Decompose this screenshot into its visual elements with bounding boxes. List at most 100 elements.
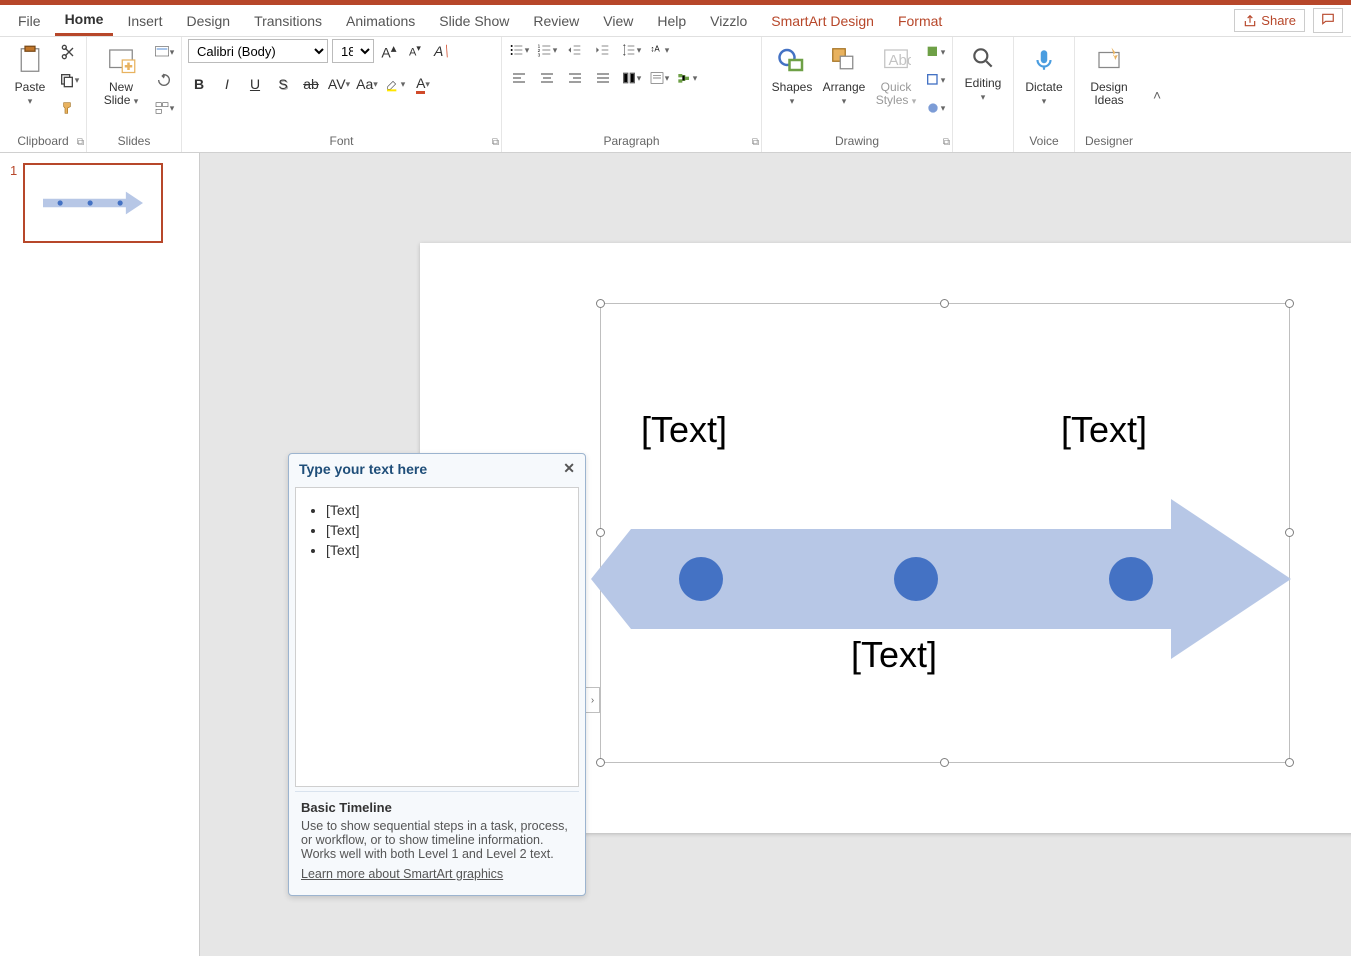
highlight-icon <box>385 76 401 92</box>
learn-more-link[interactable]: Learn more about SmartArt graphics <box>301 867 503 881</box>
comments-button[interactable] <box>1313 8 1343 33</box>
copy-button[interactable]: ▾ <box>58 69 80 91</box>
underline-button[interactable]: U <box>244 73 266 95</box>
align-right-button[interactable] <box>564 67 586 89</box>
section-button[interactable]: ▾ <box>153 97 175 119</box>
font-size-select[interactable]: 18+ <box>332 39 374 63</box>
smartart-text-pane[interactable]: Type your text here ✕ [Text] [Text] [Tex… <box>288 453 586 896</box>
smartart-convert-button[interactable]: ▾ <box>676 67 698 89</box>
font-name-select[interactable]: Calibri (Body) <box>188 39 328 63</box>
resize-handle[interactable] <box>1285 758 1294 767</box>
char-spacing-button[interactable]: A͏V▾ <box>328 73 350 95</box>
collapse-ribbon-button[interactable]: ˄ <box>1143 37 1171 152</box>
text-pane-item[interactable]: [Text] <box>326 542 564 558</box>
font-color-button[interactable]: A▾ <box>412 73 434 95</box>
tab-file[interactable]: File <box>8 7 51 35</box>
slide-edit-area[interactable]: Type your text here ✕ [Text] [Text] [Tex… <box>200 153 1351 956</box>
strike-button[interactable]: ab <box>300 73 322 95</box>
shape-outline-button[interactable]: ▾ <box>924 69 946 91</box>
text-direction-button[interactable]: ↕A▾ <box>648 39 670 61</box>
numbering-button[interactable]: 123▾ <box>536 39 558 61</box>
char-spacing-icon: A͏V <box>328 76 346 92</box>
share-button[interactable]: Share <box>1234 9 1305 32</box>
smartart-selection[interactable]: [Text] [Text] [Text] <box>600 303 1290 763</box>
tab-help[interactable]: Help <box>647 7 696 35</box>
quick-styles-button[interactable]: Abc Quick Styles ▾ <box>872 39 920 107</box>
group-font: Calibri (Body) 18+ A▴ A▾ A⧹ B I U S ab A… <box>182 37 502 152</box>
dictate-button[interactable]: Dictate▾ <box>1020 39 1068 107</box>
bold-icon: B <box>194 76 204 92</box>
shapes-label: Shapes <box>772 80 813 94</box>
text-pane-close-button[interactable]: ✕ <box>563 460 575 477</box>
resize-handle[interactable] <box>1285 299 1294 308</box>
cut-button[interactable] <box>58 41 80 63</box>
align-text-button[interactable]: ▾ <box>648 67 670 89</box>
font-launcher[interactable]: ⧉ <box>492 137 499 148</box>
clear-format-icon: A⧹ <box>434 43 448 60</box>
tab-view[interactable]: View <box>593 7 643 35</box>
design-ideas-button[interactable]: Design Ideas <box>1081 39 1137 107</box>
increase-font-button[interactable]: A▴ <box>378 40 400 62</box>
resize-handle[interactable] <box>940 299 949 308</box>
paste-button[interactable]: Paste▾ <box>6 39 54 107</box>
shape-effects-button[interactable]: ▾ <box>924 97 946 119</box>
clear-formatting-button[interactable]: A⧹ <box>430 40 452 62</box>
layout-button[interactable]: ▾ <box>153 41 175 63</box>
text-pane-toggle[interactable]: › <box>586 687 600 713</box>
group-clipboard: Paste▾ ▾ Clipboard ⧉ <box>0 37 87 152</box>
drawing-launcher[interactable]: ⧉ <box>943 137 950 148</box>
slide-thumbnail-1[interactable] <box>23 163 163 243</box>
tab-transitions[interactable]: Transitions <box>244 7 332 35</box>
arrange-button[interactable]: Arrange▾ <box>820 39 868 107</box>
tab-smartart-design[interactable]: SmartArt Design <box>761 7 884 35</box>
indent-inc-button[interactable] <box>592 39 614 61</box>
indent-dec-button[interactable] <box>564 39 586 61</box>
text-pane-item[interactable]: [Text] <box>326 502 564 518</box>
tab-format[interactable]: Format <box>888 7 952 35</box>
align-left-button[interactable] <box>508 67 530 89</box>
copy-icon <box>59 72 75 88</box>
bullets-button[interactable]: ▾ <box>508 39 530 61</box>
shapes-button[interactable]: Shapes▾ <box>768 39 816 107</box>
editing-button[interactable]: Editing▾ <box>959 39 1007 103</box>
italic-button[interactable]: I <box>216 73 238 95</box>
resize-handle[interactable] <box>596 758 605 767</box>
highlight-button[interactable]: ▾ <box>384 73 406 95</box>
align-center-button[interactable] <box>536 67 558 89</box>
text-pane-item[interactable]: [Text] <box>326 522 564 538</box>
line-spacing-button[interactable]: ▾ <box>620 39 642 61</box>
smartart-text-1[interactable]: [Text] <box>641 409 727 451</box>
indent-dec-icon <box>567 42 583 58</box>
text-pane-body[interactable]: [Text] [Text] [Text] <box>295 487 579 787</box>
new-slide-button[interactable]: New Slide ▾ <box>93 39 149 107</box>
tab-home[interactable]: Home <box>55 5 114 36</box>
smartart-text-2[interactable]: [Text] <box>851 634 937 676</box>
smartart-text-3[interactable]: [Text] <box>1061 409 1147 451</box>
tab-review[interactable]: Review <box>523 7 589 35</box>
shape-fill-button[interactable]: ▾ <box>924 41 946 63</box>
smartart-icon <box>677 70 693 86</box>
columns-button[interactable]: ▾ <box>620 67 642 89</box>
tab-insert[interactable]: Insert <box>117 7 172 35</box>
clipboard-launcher[interactable]: ⧉ <box>77 137 84 148</box>
share-icon <box>1243 14 1257 28</box>
reset-button[interactable] <box>153 69 175 91</box>
bold-button[interactable]: B <box>188 73 210 95</box>
brush-icon <box>61 100 77 116</box>
timeline-arrow-shape[interactable] <box>591 499 1291 659</box>
tab-slideshow[interactable]: Slide Show <box>429 7 519 35</box>
tab-animations[interactable]: Animations <box>336 7 425 35</box>
resize-handle[interactable] <box>596 299 605 308</box>
group-label-slides: Slides <box>93 132 175 152</box>
svg-text:↕A: ↕A <box>650 44 660 53</box>
decrease-font-button[interactable]: A▾ <box>404 40 426 62</box>
paragraph-launcher[interactable]: ⧉ <box>752 137 759 148</box>
format-painter-button[interactable] <box>58 97 80 119</box>
shadow-button[interactable]: S <box>272 73 294 95</box>
justify-button[interactable] <box>592 67 614 89</box>
tab-vizzlo[interactable]: Vizzlo <box>700 7 757 35</box>
change-case-button[interactable]: Aa▾ <box>356 73 378 95</box>
resize-handle[interactable] <box>940 758 949 767</box>
tab-design[interactable]: Design <box>176 7 240 35</box>
quickstyles-label: Quick Styles <box>876 80 912 107</box>
